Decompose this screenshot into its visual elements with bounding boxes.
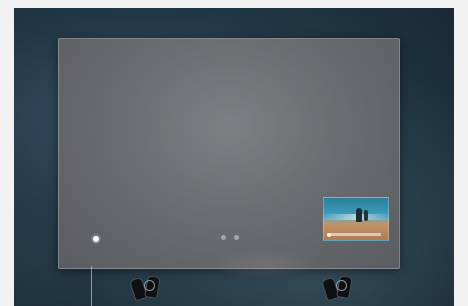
right-controller-icon [320, 275, 353, 302]
page-dot[interactable] [221, 235, 226, 240]
person-figure [356, 208, 362, 222]
left-controller-icon [128, 275, 161, 302]
controller-ring [144, 280, 155, 291]
window-glare [209, 249, 319, 279]
vr-scene [14, 8, 454, 306]
page-indicator [221, 235, 239, 240]
person-figure [364, 210, 368, 221]
page-dot[interactable] [234, 235, 239, 240]
controller-ring [336, 280, 347, 291]
main-window[interactable] [58, 38, 400, 279]
thumbnail-caption-bar [327, 233, 381, 236]
beach-thumbnail[interactable] [323, 197, 389, 241]
cursor-dot [93, 236, 99, 242]
controller-pointer-ray [91, 266, 92, 306]
